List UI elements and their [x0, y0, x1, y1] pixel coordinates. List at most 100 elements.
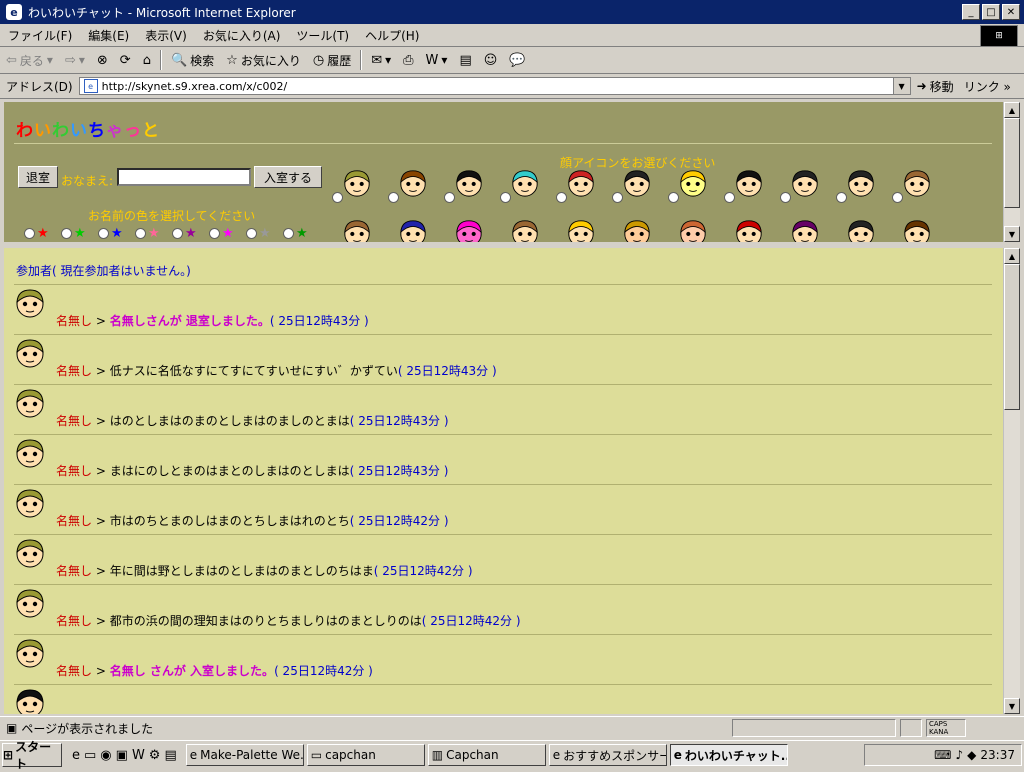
face-icon-option[interactable] [836, 168, 874, 203]
face-icon-option[interactable] [668, 218, 706, 242]
start-button[interactable]: ⊞ スタート [2, 740, 62, 771]
desktop-quicklaunch-icon[interactable]: ▭ [84, 748, 96, 763]
message-text: 年に間は野としまはのとしまはのまとしのちはま [109, 564, 374, 578]
radio-button[interactable] [24, 228, 35, 239]
radio-button[interactable] [61, 228, 72, 239]
window-quicklaunch-icon[interactable]: ▤ [164, 748, 176, 763]
face-icon-option[interactable] [780, 168, 818, 203]
face-icon-option[interactable] [388, 218, 426, 242]
exit-room-button[interactable]: 退室 [18, 166, 58, 188]
task-capchan-folder[interactable]: ▭ capchan [306, 744, 425, 766]
face-icon-option[interactable] [332, 168, 370, 203]
word-quicklaunch-icon[interactable]: W [132, 748, 145, 763]
menu-help[interactable]: ヘルプ(H) [357, 27, 427, 44]
tool-quicklaunch-icon[interactable]: ⚙ [149, 748, 161, 763]
avatar-icon [16, 589, 44, 618]
refresh-button[interactable]: ⟳ [114, 53, 137, 68]
chat-log-scrollbar[interactable]: ▲ ▼ [1003, 248, 1020, 714]
minimize-button[interactable]: _ [962, 4, 980, 20]
go-button[interactable]: ➜ 移動 [911, 78, 960, 95]
maximize-button[interactable]: □ [982, 4, 1000, 20]
face-icon-option[interactable] [444, 218, 482, 242]
face-icon-option[interactable] [332, 218, 370, 242]
search-button[interactable]: 🔍 検索 [165, 52, 220, 69]
task-sponsor[interactable]: eおすすめスポンサー... [548, 744, 667, 766]
top-frame-scrollbar[interactable]: ▲ ▼ [1003, 102, 1020, 242]
back-button[interactable]: ⇦ 戻る ▾ [0, 52, 59, 69]
face-avatar-icon [344, 170, 370, 197]
face-icon-option[interactable] [836, 218, 874, 242]
scroll-thumb[interactable] [1004, 264, 1020, 410]
task-capchan[interactable]: ▥ Capchan [427, 744, 546, 766]
tray-app-icon[interactable]: ◆ [967, 748, 976, 762]
face-icon-option[interactable] [556, 218, 594, 242]
mail-button[interactable]: ✉ ▾ [365, 53, 397, 68]
face-icon-option[interactable] [612, 218, 650, 242]
network-icon[interactable]: ⌨ [934, 748, 951, 762]
scroll-thumb[interactable] [1004, 118, 1020, 208]
related-button[interactable]: 💬 [503, 53, 531, 68]
menu-tools[interactable]: ツール(T) [288, 27, 357, 44]
discuss-button[interactable]: ▤ [453, 53, 477, 68]
face-icon-option[interactable] [724, 218, 762, 242]
face-icon-option[interactable] [892, 218, 930, 242]
ime-toolbar[interactable] [732, 719, 896, 737]
close-button[interactable]: ✕ [1002, 4, 1020, 20]
links-button[interactable]: リンク » [960, 78, 1015, 95]
stop-button[interactable]: ⊗ [91, 53, 114, 68]
radio-button[interactable] [135, 228, 146, 239]
address-dropdown-button[interactable]: ▼ [892, 78, 910, 94]
radio-button[interactable] [98, 228, 109, 239]
name-color-option[interactable]: ★ [98, 226, 135, 241]
radio-button[interactable] [172, 228, 183, 239]
task-waiwai-chat[interactable]: e わいわいチャット... [669, 744, 788, 766]
face-icon-option[interactable] [668, 168, 706, 203]
scroll-down-arrow[interactable]: ▼ [1004, 698, 1020, 714]
scroll-up-arrow[interactable]: ▲ [1004, 248, 1020, 264]
enter-room-button[interactable]: 入室する [254, 166, 322, 188]
radio-button[interactable] [283, 228, 294, 239]
edit-button[interactable]: W ▾ [420, 53, 454, 68]
message-time: ( 25日12時42分 ) [421, 614, 521, 628]
ie-quicklaunch-icon[interactable]: e [72, 748, 80, 763]
name-input[interactable] [117, 168, 251, 186]
scroll-down-arrow[interactable]: ▼ [1004, 226, 1020, 242]
messenger-button[interactable]: ☺ [478, 53, 504, 68]
name-color-option[interactable]: ★ [246, 226, 283, 241]
forward-button[interactable]: ⇨ ▾ [59, 53, 91, 68]
app-quicklaunch-icon[interactable]: ▣ [116, 748, 128, 763]
scroll-up-arrow[interactable]: ▲ [1004, 102, 1020, 118]
face-icon-option[interactable] [612, 168, 650, 203]
message-separator: > [92, 514, 110, 528]
favorites-button[interactable]: ☆ お気に入り [220, 52, 307, 69]
name-color-option[interactable]: ★ [283, 226, 320, 241]
address-input[interactable]: e http://skynet.s9.xrea.com/x/c002/ ▼ [78, 77, 911, 95]
task-make-palette[interactable]: e Make-Palette We... [185, 744, 304, 766]
face-icon-option[interactable] [500, 168, 538, 203]
face-icon-option[interactable] [780, 218, 818, 242]
name-color-option[interactable]: ★ [209, 226, 246, 241]
radio-button[interactable] [246, 228, 257, 239]
face-icon-option[interactable] [556, 168, 594, 203]
name-color-option[interactable]: ★ [172, 226, 209, 241]
radio-button[interactable] [209, 228, 220, 239]
name-label: おなまえ: [61, 174, 114, 188]
menu-edit[interactable]: 編集(E) [80, 27, 137, 44]
face-icon-option[interactable] [500, 218, 538, 242]
menu-view[interactable]: 表示(V) [137, 27, 195, 44]
face-icon-option[interactable] [892, 168, 930, 203]
face-icon-option[interactable] [724, 168, 762, 203]
home-button[interactable]: ⌂ [137, 53, 157, 68]
face-icon-option[interactable] [388, 168, 426, 203]
name-color-option[interactable]: ★ [61, 226, 98, 241]
face-icon-option[interactable] [444, 168, 482, 203]
help-icon[interactable] [900, 719, 922, 737]
name-color-option[interactable]: ★ [24, 226, 61, 241]
name-color-option[interactable]: ★ [135, 226, 172, 241]
media-quicklaunch-icon[interactable]: ◉ [100, 748, 111, 763]
print-button[interactable]: ⎙ [397, 53, 419, 68]
menu-favorites[interactable]: お気に入り(A) [195, 27, 289, 44]
history-button[interactable]: ◷ 履歴 [307, 52, 357, 69]
menu-file[interactable]: ファイル(F) [0, 27, 80, 44]
volume-icon[interactable]: ♪ [956, 748, 964, 762]
